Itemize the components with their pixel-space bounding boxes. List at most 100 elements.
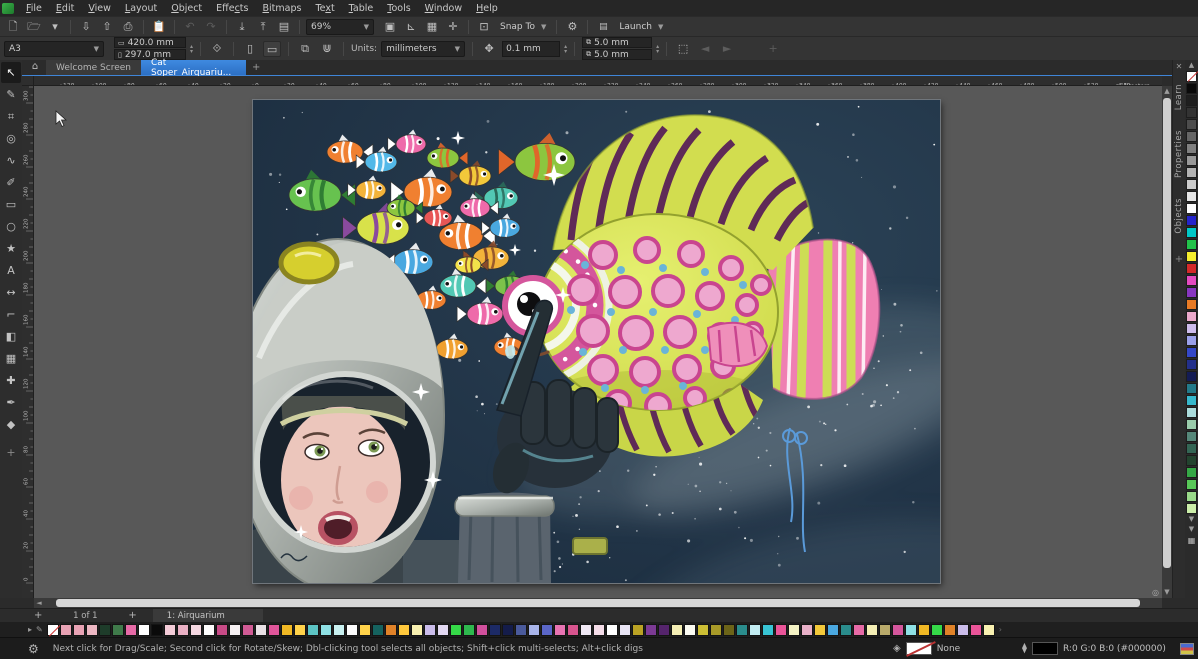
menu-view[interactable]: View bbox=[81, 2, 118, 15]
paste-icon[interactable]: 📋 bbox=[150, 19, 168, 35]
docker-tab-learn[interactable]: Learn bbox=[1174, 74, 1184, 120]
open-arrow-icon[interactable]: ▾ bbox=[46, 19, 64, 35]
color-swatch-6[interactable] bbox=[1186, 143, 1197, 154]
color-swatch-33[interactable] bbox=[476, 624, 488, 636]
docker-tab-objects[interactable]: Objects bbox=[1174, 188, 1184, 244]
menu-edit[interactable]: Edit bbox=[49, 2, 81, 15]
smart-fill-tool[interactable]: ◆ bbox=[1, 414, 21, 435]
color-swatch-52[interactable] bbox=[723, 624, 735, 636]
zoom-fit-corner-icon[interactable]: ◎ bbox=[1150, 588, 1161, 598]
menu-layout[interactable]: Layout bbox=[118, 2, 164, 15]
color-swatch-70[interactable] bbox=[957, 624, 969, 636]
color-swatch-30[interactable] bbox=[1186, 431, 1197, 442]
color-swatch-49[interactable] bbox=[684, 624, 696, 636]
vertical-scroll-thumb[interactable] bbox=[1163, 98, 1171, 568]
export-icon[interactable]: ⤒ bbox=[254, 19, 272, 35]
color-swatch-6[interactable] bbox=[125, 624, 137, 636]
autofit-page-icon[interactable]: ⟐ bbox=[208, 41, 226, 57]
color-swatch-29[interactable] bbox=[424, 624, 436, 636]
color-swatch-66[interactable] bbox=[905, 624, 917, 636]
portrait-button[interactable]: ▯ bbox=[241, 41, 259, 57]
color-swatch-16[interactable] bbox=[255, 624, 267, 636]
color-swatch-57[interactable] bbox=[788, 624, 800, 636]
artistic-media-tool[interactable]: ✐ bbox=[1, 172, 21, 193]
color-swatch-36[interactable] bbox=[515, 624, 527, 636]
color-swatch-32[interactable] bbox=[1186, 455, 1197, 466]
app-icon[interactable] bbox=[2, 3, 14, 14]
color-swatch-9[interactable] bbox=[164, 624, 176, 636]
color-swatch-22[interactable] bbox=[1186, 335, 1197, 346]
status-gear-icon[interactable]: ⚙ bbox=[28, 642, 39, 656]
menu-window[interactable]: Window bbox=[418, 2, 469, 15]
color-swatch-31[interactable] bbox=[1186, 443, 1197, 454]
color-swatch-9[interactable] bbox=[1186, 179, 1197, 190]
color-swatch-12[interactable] bbox=[1186, 215, 1197, 226]
color-swatch-23[interactable] bbox=[346, 624, 358, 636]
color-swatch-16[interactable] bbox=[1186, 263, 1197, 274]
color-swatch-14[interactable] bbox=[229, 624, 241, 636]
color-swatch-28[interactable] bbox=[411, 624, 423, 636]
page-size-combo[interactable]: A3 ▼ bbox=[4, 41, 104, 57]
scroll-up-icon[interactable]: ▲ bbox=[1162, 87, 1172, 95]
color-swatch-37[interactable] bbox=[528, 624, 540, 636]
zoom-level-combo[interactable]: 69% ▼ bbox=[306, 19, 374, 35]
color-swatch-56[interactable] bbox=[775, 624, 787, 636]
no-color-swatch[interactable] bbox=[47, 624, 59, 636]
duplicate-stepper[interactable]: ▴▾ bbox=[656, 44, 659, 54]
color-swatch-29[interactable] bbox=[1186, 419, 1197, 430]
add-page-before-button[interactable]: + bbox=[26, 610, 50, 621]
color-swatch-15[interactable] bbox=[1186, 251, 1197, 262]
scroll-left-icon[interactable]: ◄ bbox=[34, 599, 44, 607]
color-swatch-53[interactable] bbox=[736, 624, 748, 636]
color-swatch-40[interactable] bbox=[567, 624, 579, 636]
color-swatch-34[interactable] bbox=[1186, 479, 1197, 490]
color-swatch-27[interactable] bbox=[1186, 395, 1197, 406]
curve-tool[interactable]: ∿ bbox=[1, 150, 21, 171]
ruler-origin-corner[interactable] bbox=[22, 76, 34, 86]
color-swatch-14[interactable] bbox=[1186, 239, 1197, 250]
color-swatch-26[interactable] bbox=[1186, 383, 1197, 394]
color-swatch-43[interactable] bbox=[606, 624, 618, 636]
ellipse-tool[interactable]: ○ bbox=[1, 216, 21, 237]
color-swatch-28[interactable] bbox=[1186, 407, 1197, 418]
color-swatch-11[interactable] bbox=[1186, 203, 1197, 214]
color-swatch-7[interactable] bbox=[138, 624, 150, 636]
duplicate-y-field[interactable]: ⧉ 5.0 mm bbox=[582, 49, 652, 60]
color-swatch-7[interactable] bbox=[1186, 155, 1197, 166]
color-swatch-71[interactable] bbox=[970, 624, 982, 636]
color-swatch-41[interactable] bbox=[580, 624, 592, 636]
color-swatch-50[interactable] bbox=[697, 624, 709, 636]
interactive-fill-tool[interactable]: ◧ bbox=[1, 326, 21, 347]
color-swatch-2[interactable] bbox=[73, 624, 85, 636]
add-page-after-button[interactable]: + bbox=[120, 610, 144, 621]
horizontal-scrollbar[interactable]: ◄ bbox=[34, 598, 1162, 608]
status-palette-icon[interactable] bbox=[1180, 643, 1194, 655]
color-swatch-10[interactable] bbox=[1186, 191, 1197, 202]
page-width-field[interactable]: ▭ 420.0 mm bbox=[114, 37, 186, 48]
color-swatch-47[interactable] bbox=[658, 624, 670, 636]
color-swatch-5[interactable] bbox=[1186, 131, 1197, 142]
launch-dropdown[interactable]: Launch ▼ bbox=[615, 19, 667, 35]
color-swatch-15[interactable] bbox=[242, 624, 254, 636]
zoom-tool[interactable]: ◎ bbox=[1, 128, 21, 149]
connector-tool[interactable]: ⌐ bbox=[1, 304, 21, 325]
palette-scroll-up-icon[interactable]: ▲ bbox=[1189, 60, 1194, 70]
color-swatch-61[interactable] bbox=[840, 624, 852, 636]
canvas-area[interactable] bbox=[34, 86, 1162, 598]
color-swatch-4[interactable] bbox=[99, 624, 111, 636]
color-swatch-12[interactable] bbox=[203, 624, 215, 636]
palette-scroll-down-icon[interactable]: ▼ bbox=[1189, 514, 1194, 524]
drawing-page[interactable] bbox=[253, 100, 940, 583]
current-page-icon[interactable]: ⋓ bbox=[318, 41, 336, 57]
color-swatch-68[interactable] bbox=[931, 624, 943, 636]
palette-flyout-icon[interactable]: ▸ bbox=[28, 625, 32, 634]
palette-expand-icon[interactable]: ▼ bbox=[1189, 524, 1194, 534]
color-swatch-5[interactable] bbox=[112, 624, 124, 636]
color-swatch-18[interactable] bbox=[1186, 287, 1197, 298]
rectangle-tool[interactable]: ▭ bbox=[1, 194, 21, 215]
color-swatch-33[interactable] bbox=[1186, 467, 1197, 478]
nudge-field[interactable]: 0.1 mm bbox=[502, 41, 560, 57]
page-size-stepper[interactable]: ▴▾ bbox=[190, 44, 193, 54]
color-swatch-18[interactable] bbox=[281, 624, 293, 636]
palette-menu-icon[interactable]: ▦ bbox=[1188, 536, 1196, 545]
